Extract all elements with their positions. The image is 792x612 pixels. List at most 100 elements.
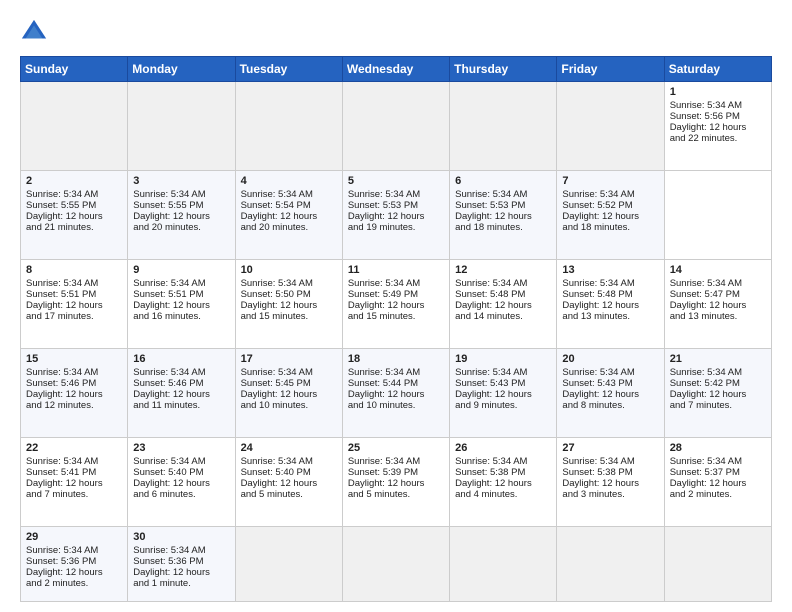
page: SundayMondayTuesdayWednesdayThursdayFrid… [0,0,792,612]
calendar-cell: 12Sunrise: 5:34 AMSunset: 5:48 PMDayligh… [450,260,557,349]
cell-text: Daylight: 12 hours [348,389,444,400]
cell-text: Daylight: 12 hours [670,389,766,400]
calendar-cell [342,82,449,171]
cell-text: Sunset: 5:38 PM [562,467,658,478]
day-number: 6 [455,175,551,187]
cell-text: Daylight: 12 hours [133,567,229,578]
calendar-week-row: 2Sunrise: 5:34 AMSunset: 5:55 PMDaylight… [21,171,772,260]
cell-text: Sunrise: 5:34 AM [670,278,766,289]
calendar-cell: 19Sunrise: 5:34 AMSunset: 5:43 PMDayligh… [450,349,557,438]
calendar-cell: 5Sunrise: 5:34 AMSunset: 5:53 PMDaylight… [342,171,449,260]
cell-text: and 2 minutes. [26,578,122,589]
cell-text: and 20 minutes. [241,222,337,233]
calendar-cell [235,527,342,602]
cell-text: Sunset: 5:48 PM [455,289,551,300]
cell-text: Sunrise: 5:34 AM [241,278,337,289]
cell-text: Sunset: 5:55 PM [133,200,229,211]
day-number: 28 [670,442,766,454]
cell-text: Sunset: 5:55 PM [26,200,122,211]
day-number: 13 [562,264,658,276]
cell-text: and 3 minutes. [562,489,658,500]
cell-text: and 20 minutes. [133,222,229,233]
cell-text: Daylight: 12 hours [455,211,551,222]
day-number: 16 [133,353,229,365]
day-number: 11 [348,264,444,276]
calendar-cell: 15Sunrise: 5:34 AMSunset: 5:46 PMDayligh… [21,349,128,438]
cell-text: Sunrise: 5:34 AM [241,456,337,467]
cell-text: Sunrise: 5:34 AM [26,278,122,289]
cell-text: Sunrise: 5:34 AM [670,367,766,378]
calendar-cell: 23Sunrise: 5:34 AMSunset: 5:40 PMDayligh… [128,438,235,527]
calendar-table: SundayMondayTuesdayWednesdayThursdayFrid… [20,56,772,602]
day-number: 26 [455,442,551,454]
calendar-cell [450,82,557,171]
calendar-header-friday: Friday [557,57,664,82]
calendar-cell: 6Sunrise: 5:34 AMSunset: 5:53 PMDaylight… [450,171,557,260]
day-number: 23 [133,442,229,454]
cell-text: Daylight: 12 hours [133,478,229,489]
cell-text: and 14 minutes. [455,311,551,322]
calendar-cell: 11Sunrise: 5:34 AMSunset: 5:49 PMDayligh… [342,260,449,349]
day-number: 24 [241,442,337,454]
cell-text: Sunrise: 5:34 AM [562,367,658,378]
cell-text: Sunset: 5:46 PM [26,378,122,389]
cell-text: and 22 minutes. [670,133,766,144]
calendar-cell [557,82,664,171]
cell-text: and 16 minutes. [133,311,229,322]
calendar-cell: 27Sunrise: 5:34 AMSunset: 5:38 PMDayligh… [557,438,664,527]
cell-text: Sunset: 5:43 PM [455,378,551,389]
day-number: 8 [26,264,122,276]
cell-text: Daylight: 12 hours [348,211,444,222]
cell-text: Sunrise: 5:34 AM [241,189,337,200]
cell-text: Daylight: 12 hours [562,389,658,400]
cell-text: and 10 minutes. [348,400,444,411]
cell-text: and 17 minutes. [26,311,122,322]
cell-text: and 10 minutes. [241,400,337,411]
day-number: 17 [241,353,337,365]
cell-text: and 18 minutes. [562,222,658,233]
cell-text: Sunrise: 5:34 AM [26,189,122,200]
day-number: 18 [348,353,444,365]
cell-text: and 12 minutes. [26,400,122,411]
day-number: 15 [26,353,122,365]
cell-text: Daylight: 12 hours [26,567,122,578]
day-number: 5 [348,175,444,187]
cell-text: Daylight: 12 hours [241,211,337,222]
cell-text: Sunrise: 5:34 AM [26,367,122,378]
cell-text: and 11 minutes. [133,400,229,411]
cell-text: and 2 minutes. [670,489,766,500]
cell-text: Sunset: 5:54 PM [241,200,337,211]
cell-text: Sunrise: 5:34 AM [562,278,658,289]
cell-text: Sunrise: 5:34 AM [348,367,444,378]
calendar-header-saturday: Saturday [664,57,771,82]
calendar-header-tuesday: Tuesday [235,57,342,82]
cell-text: Sunrise: 5:34 AM [455,456,551,467]
cell-text: and 4 minutes. [455,489,551,500]
day-number: 21 [670,353,766,365]
cell-text: Daylight: 12 hours [133,211,229,222]
day-number: 25 [348,442,444,454]
day-number: 12 [455,264,551,276]
header [20,18,772,46]
calendar-cell: 3Sunrise: 5:34 AMSunset: 5:55 PMDaylight… [128,171,235,260]
cell-text: Sunrise: 5:34 AM [26,545,122,556]
cell-text: Sunset: 5:36 PM [26,556,122,567]
cell-text: Daylight: 12 hours [241,389,337,400]
cell-text: Sunrise: 5:34 AM [348,456,444,467]
cell-text: Sunrise: 5:34 AM [133,367,229,378]
cell-text: Sunset: 5:53 PM [455,200,551,211]
cell-text: Sunrise: 5:34 AM [562,456,658,467]
cell-text: and 15 minutes. [241,311,337,322]
calendar-header-sunday: Sunday [21,57,128,82]
cell-text: Sunset: 5:48 PM [562,289,658,300]
calendar-cell: 30Sunrise: 5:34 AMSunset: 5:36 PMDayligh… [128,527,235,602]
calendar-cell [128,82,235,171]
cell-text: and 5 minutes. [241,489,337,500]
cell-text: Daylight: 12 hours [455,478,551,489]
cell-text: and 7 minutes. [670,400,766,411]
cell-text: and 13 minutes. [670,311,766,322]
day-number: 30 [133,531,229,543]
calendar-cell: 26Sunrise: 5:34 AMSunset: 5:38 PMDayligh… [450,438,557,527]
calendar-cell: 14Sunrise: 5:34 AMSunset: 5:47 PMDayligh… [664,260,771,349]
cell-text: Sunset: 5:37 PM [670,467,766,478]
